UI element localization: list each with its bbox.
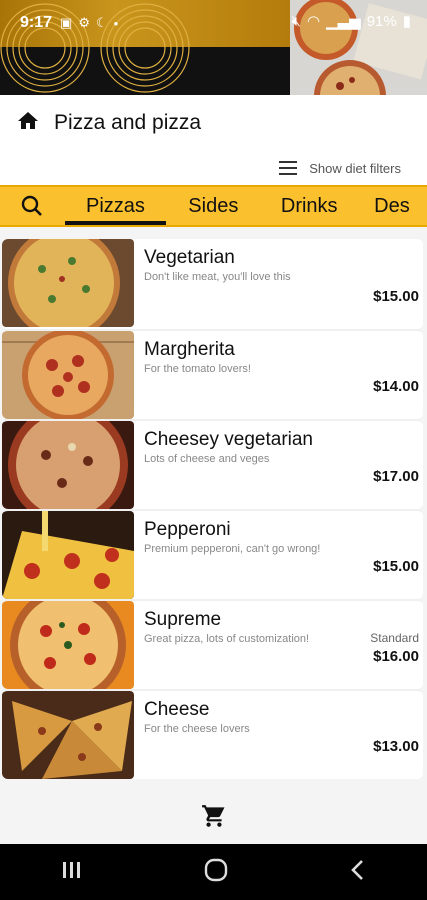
item-description: Don't like meat, you'll love this [144,271,291,283]
pizza-image [2,331,134,419]
item-description: For the cheese lovers [144,723,250,735]
signal-icon: ▁▃▅ [326,13,361,30]
tab-drinks[interactable]: Drinks [260,187,358,225]
item-size: Standard [370,631,419,645]
pizza-image [2,601,134,689]
battery-level: 91% [366,12,397,30]
menu-item[interactable]: Supreme Great pizza, lots of customizati… [2,599,423,689]
home-icon[interactable] [16,109,40,138]
page-title: Pizza and pizza [54,111,202,134]
battery-icon: ▮ [402,13,411,30]
menu-item[interactable]: Vegetarian Don't like meat, you'll love … [2,239,423,329]
gallery-icon: ▣ [60,15,73,30]
diet-filters-label: Show diet filters [309,160,401,176]
item-price: $14.00 [373,378,419,395]
search-button[interactable] [0,187,65,225]
pizza-image [2,421,134,509]
home-nav-icon[interactable] [203,857,229,888]
item-description: Premium pepperoni, can't go wrong! [144,543,321,555]
back-icon[interactable] [348,858,368,887]
cart-icon [201,805,225,827]
status-right: 🔇︎ ◠ ▁▃▅ 91% ▮ [291,12,411,31]
search-icon [22,195,43,216]
pizza-image [2,511,134,599]
settings-icon: ⚙ [78,15,90,30]
moon-icon: ☾ [95,15,108,30]
pizza-image [2,239,134,327]
item-name: Pepperoni [144,519,231,540]
category-tabs: Pizzas Sides Drinks Des [0,185,427,227]
item-name: Cheesey vegetarian [144,429,313,450]
tab-desserts[interactable]: Des [358,187,427,225]
wifi-icon: ◠ [307,13,321,30]
item-price: $13.00 [373,738,419,755]
item-description: For the tomato lovers! [144,363,251,375]
app-bar: Pizza and pizza [0,95,427,151]
item-name: Supreme [144,609,222,630]
menu-item[interactable]: Margherita For the tomato lovers! $14.00 [2,329,423,419]
recent-apps-icon[interactable] [60,860,84,885]
diet-filters-toggle[interactable]: Show diet filters [0,151,427,185]
item-description: Lots of cheese and veges [144,453,270,465]
tab-sides[interactable]: Sides [166,187,260,225]
item-price: $17.00 [373,468,419,485]
dot-icon: • [113,15,119,31]
menu-item[interactable]: Cheesey vegetarian Lots of cheese and ve… [2,419,423,509]
menu-item[interactable]: Pepperoni Premium pepperoni, can't go wr… [2,509,423,599]
item-name: Margherita [144,339,235,360]
pizza-image [2,691,134,779]
mute-icon: 🔇︎ [291,12,301,30]
status-time: 9:17 [20,14,53,31]
item-price: $16.00 [373,648,419,665]
item-price: $15.00 [373,558,419,575]
item-name: Vegetarian [144,247,235,268]
tab-pizzas[interactable]: Pizzas [64,187,167,225]
item-name: Cheese [144,699,210,720]
menu-list: Vegetarian Don't like meat, you'll love … [2,239,423,779]
menu-lines-icon [279,161,298,175]
item-price: $15.00 [373,288,419,305]
cart-button[interactable] [0,796,427,836]
system-nav-bar [0,844,427,900]
menu-item[interactable]: Cheese For the cheese lovers $13.00 [2,689,423,779]
